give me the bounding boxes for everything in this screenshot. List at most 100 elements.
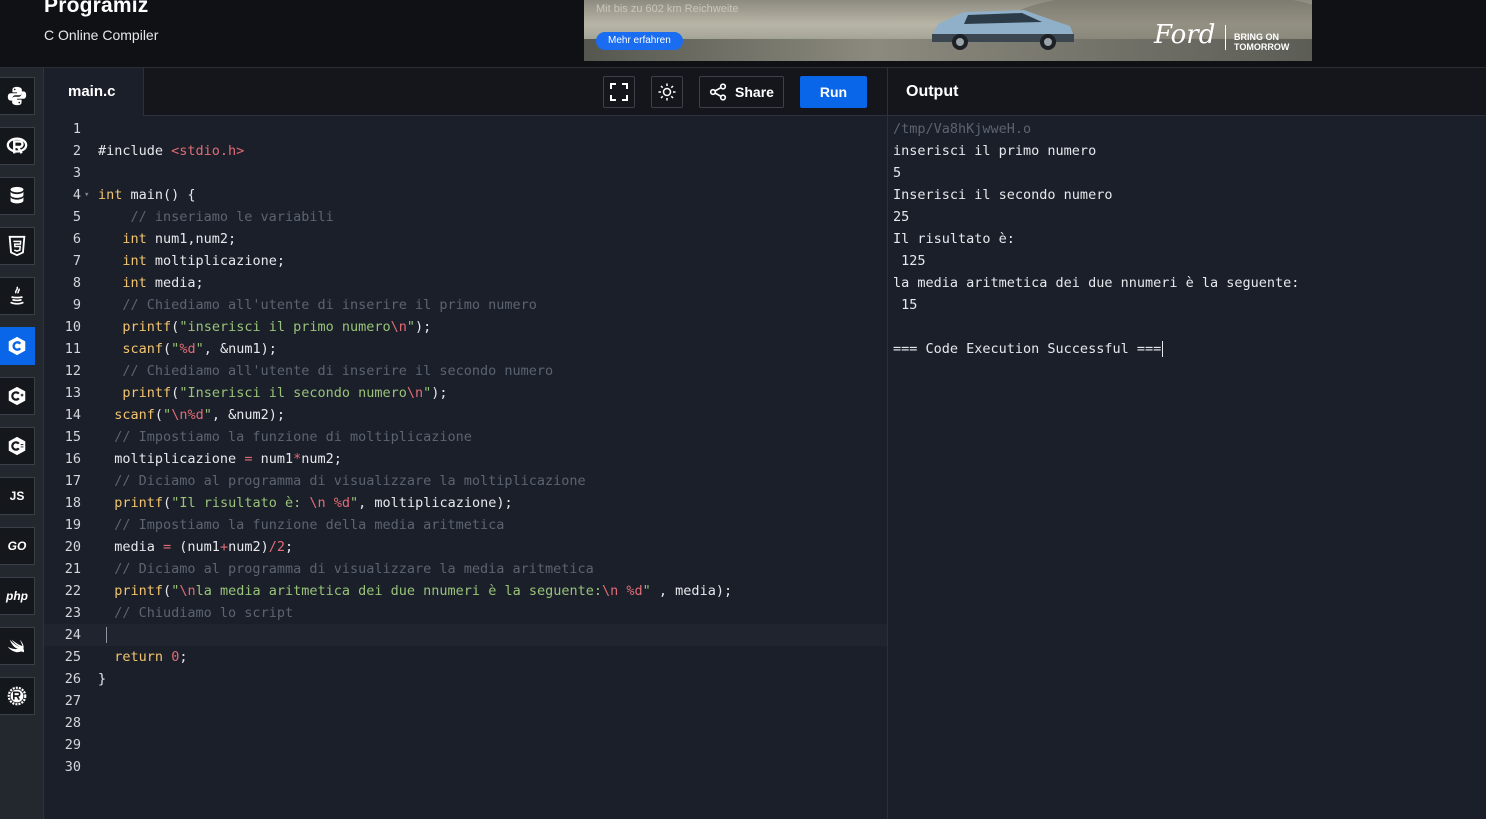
output-line: 125 <box>893 253 926 269</box>
line-number: 5 <box>72 209 81 225</box>
sidebar-item-python[interactable] <box>0 77 35 115</box>
code-line[interactable]: 1 <box>44 118 887 140</box>
code-line[interactable]: 22 printf("\nla media aritmetica dei due… <box>44 580 887 602</box>
ford-logo: Ford <box>1154 20 1216 50</box>
code-line[interactable]: 2 #include <stdio.h> <box>44 140 887 162</box>
code-line[interactable]: 18 printf("Il risultato è: \n %d", molti… <box>44 492 887 514</box>
code-line[interactable]: 23 // Chiudiamo lo script <box>44 602 887 624</box>
line-number: 30 <box>64 759 81 775</box>
code-line[interactable]: 14 scanf("\n%d", &num2); <box>44 404 887 426</box>
sidebar-item-r[interactable] <box>0 127 35 165</box>
ad-slogan-line-2: TOMORROW <box>1234 42 1290 52</box>
run-button[interactable]: Run <box>800 76 867 108</box>
code-line[interactable]: 24 <box>44 624 887 646</box>
code-line[interactable]: 27 <box>44 690 887 712</box>
line-number: 22 <box>64 583 81 599</box>
car-image <box>932 10 1074 50</box>
code-line[interactable]: 7 int moltiplicazione; <box>44 250 887 272</box>
code-line[interactable]: 9 // Chiediamo all'utente di inserire il… <box>44 294 887 316</box>
code-line[interactable]: 19 // Impostiamo la funzione della media… <box>44 514 887 536</box>
code-text: moltiplicazione = num1*num2; <box>98 451 342 467</box>
sidebar-item-html[interactable] <box>0 227 35 265</box>
sidebar-item-rust[interactable] <box>0 677 35 715</box>
line-number: 18 <box>64 495 81 511</box>
code-line[interactable]: 3 <box>44 162 887 184</box>
editor-toolbar: main.c Share Run <box>44 68 887 116</box>
code-line[interactable]: 13 printf("Inserisci il secondo numero\n… <box>44 382 887 404</box>
code-line[interactable]: 8 int media; <box>44 272 887 294</box>
code-line[interactable]: 12 // Chiediamo all'utente di inserire i… <box>44 360 887 382</box>
code-line[interactable]: 29 <box>44 734 887 756</box>
code-text: media = (num1+num2)/2; <box>98 539 294 555</box>
code-text: int moltiplicazione; <box>122 253 285 269</box>
line-number: 13 <box>64 385 81 401</box>
share-icon <box>709 83 727 101</box>
output-file-path: /tmp/Va8hKjwweH.o <box>893 121 1032 137</box>
ad-slogan-line-1: BRING ON <box>1234 32 1279 42</box>
ad-divider <box>1225 25 1226 50</box>
output-line: 25 <box>893 209 910 225</box>
code-line[interactable]: 28 <box>44 712 887 734</box>
sidebar-item-cpp[interactable] <box>0 377 35 415</box>
code-line[interactable]: 10 printf("inserisci il primo numero\n")… <box>44 316 887 338</box>
sidebar-item-java[interactable] <box>0 277 35 315</box>
cpp-icon <box>8 386 26 406</box>
code-line[interactable]: 16 moltiplicazione = num1*num2; <box>44 448 887 470</box>
fold-arrow-icon[interactable]: ▾ <box>84 184 89 206</box>
c-icon <box>8 336 26 356</box>
page-subtitle: C Online Compiler <box>44 27 159 43</box>
code-text: // Diciamo al programma di visualizzare … <box>114 561 594 577</box>
line-number: 17 <box>64 473 81 489</box>
code-line[interactable]: 26} <box>44 668 887 690</box>
theme-toggle-button[interactable] <box>651 76 683 108</box>
sidebar-item-php[interactable]: php <box>0 577 35 615</box>
code-line[interactable]: 6 int num1,num2; <box>44 228 887 250</box>
line-number: 24 <box>64 627 81 643</box>
line-number: 9 <box>72 297 81 313</box>
line-number: 20 <box>64 539 81 555</box>
code-line[interactable]: 5 // inseriamo le variabili <box>44 206 887 228</box>
share-button[interactable]: Share <box>699 76 784 108</box>
code-text: scanf("\n%d", &num2); <box>114 407 286 423</box>
code-text: printf("\nla media aritmetica dei due nn… <box>114 583 733 599</box>
sidebar-item-swift[interactable] <box>0 627 35 665</box>
code-line[interactable]: 30 <box>44 756 887 778</box>
java-icon <box>10 286 24 305</box>
code-line[interactable]: 4 ▾ int main() { <box>44 184 887 206</box>
line-number: 11 <box>64 341 81 357</box>
code-line[interactable]: 20 media = (num1+num2)/2; <box>44 536 887 558</box>
sidebar-item-go[interactable]: GO <box>0 527 35 565</box>
code-area[interactable]: 1 2 #include <stdio.h> 3 4 ▾ int main() {5 // … <box>44 116 887 819</box>
line-number: 14 <box>64 407 81 423</box>
sidebar-item-csharp[interactable] <box>0 427 35 465</box>
line-number: 27 <box>64 693 81 709</box>
code-line[interactable]: 11 scanf("%d", &num1); <box>44 338 887 360</box>
line-number: 16 <box>64 451 81 467</box>
code-line[interactable]: 15 // Impostiamo la funzione di moltipli… <box>44 426 887 448</box>
fullscreen-button[interactable] <box>603 76 635 108</box>
output-line: 15 <box>893 297 918 313</box>
line-number: 3 <box>72 165 81 181</box>
file-tab-main-c[interactable]: main.c <box>44 68 144 116</box>
line-number: 12 <box>64 363 81 379</box>
sidebar-item-sql[interactable] <box>0 177 35 215</box>
code-line[interactable]: 17 // Diciamo al programma di visualizza… <box>44 470 887 492</box>
line-number: 26 <box>64 671 81 687</box>
ad-learn-more-button[interactable]: Mehr erfahren <box>596 32 683 50</box>
line-number: 21 <box>64 561 81 577</box>
code-text: #include <stdio.h> <box>98 143 245 159</box>
output-line: inserisci il primo numero <box>893 143 1097 159</box>
sidebar-item-c[interactable] <box>0 327 35 365</box>
code-text: int main() { <box>98 187 196 203</box>
code-text: return 0; <box>114 649 188 665</box>
line-number: 7 <box>72 253 81 269</box>
output-title: Output <box>906 83 959 100</box>
code-line[interactable]: 21 // Diciamo al programma di visualizza… <box>44 558 887 580</box>
advertisement-banner[interactable]: Mit bis zu 602 km Reichweite Mehr erfahr… <box>584 0 1312 61</box>
code-text: printf("inserisci il primo numero\n"); <box>122 319 432 335</box>
line-number: 19 <box>64 517 81 533</box>
sidebar-item-javascript[interactable]: JS <box>0 477 35 515</box>
code-line[interactable]: 25 return 0; <box>44 646 887 668</box>
brand-logo[interactable]: Programiz <box>44 0 149 18</box>
output-line: === Code Execution Successful === <box>893 341 1164 357</box>
